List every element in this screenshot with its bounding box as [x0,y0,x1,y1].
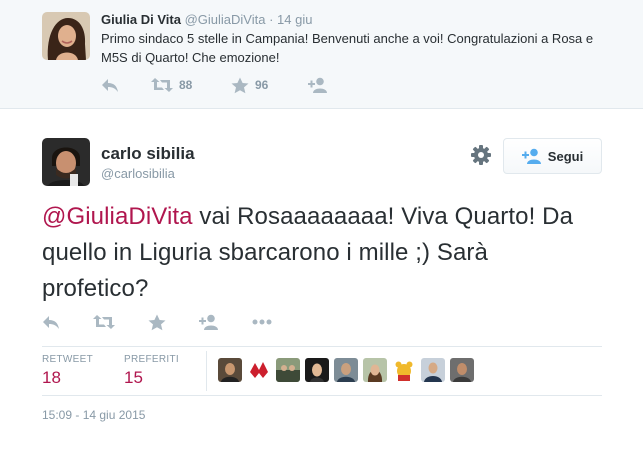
reply-icon [43,316,59,329]
follow-label: Segui [547,148,584,164]
author-name[interactable]: Giulia Di Vita [101,12,181,27]
retweet-icon [151,78,173,92]
star-icon [148,314,166,330]
favorites-stat[interactable]: PREFERITI 15 [124,354,179,388]
more-icon [252,319,272,325]
follow-icon [521,148,541,164]
more-button[interactable] [252,312,272,332]
favorite-button[interactable] [148,312,166,332]
retweet-icon [93,315,115,329]
user-avatar[interactable] [450,358,474,382]
parent-header: Giulia Di Vita @GiuliaDiVita · 14 giu [101,12,312,27]
author-handle[interactable]: @carlosibilia [101,166,175,181]
mention-link[interactable]: @GiuliaDiVita [42,203,193,230]
user-avatar[interactable] [276,358,300,382]
user-avatar[interactable] [305,358,329,382]
user-avatar[interactable] [334,358,358,382]
tweet-stats: RETWEET 18 PREFERITI 15 [42,346,602,396]
avatar-giulia[interactable] [42,12,90,60]
follow-icon [308,77,327,93]
favorite-button[interactable]: 96 [231,75,268,95]
gear-icon[interactable] [470,144,492,166]
follow-button-small[interactable] [308,75,328,95]
parent-tweet[interactable]: Giulia Di Vita @GiuliaDiVita · 14 giu Pr… [0,0,643,109]
favorites-stat-label: PREFERITI [124,354,179,365]
retweet-stat-count: 18 [42,368,61,387]
retweet-button[interactable] [93,312,115,332]
tweet-time[interactable]: · 14 giu [269,12,312,27]
star-icon [231,77,249,93]
retweet-button[interactable]: 88 [151,75,192,95]
favorites-stat-count: 15 [124,368,143,387]
author-name[interactable]: carlo sibilia [101,144,195,164]
retweet-stat-label: RETWEET [42,354,93,365]
stats-divider [206,351,207,391]
user-avatar[interactable] [421,358,445,382]
parent-tweet-text: Primo sindaco 5 stelle in Campania! Benv… [101,31,594,65]
user-avatar[interactable] [247,358,271,382]
author-handle[interactable]: @GiuliaDiVita [185,12,266,27]
reply-icon [102,79,118,92]
user-avatar[interactable] [363,358,387,382]
tweet-timestamp[interactable]: 15:09 - 14 giu 2015 [42,408,145,422]
reply-button[interactable] [42,312,60,332]
favorite-count: 96 [255,78,269,92]
follow-button-small[interactable] [199,312,219,332]
retweet-count: 88 [179,78,193,92]
follow-button[interactable]: Segui [503,138,602,174]
user-avatar[interactable] [392,358,416,382]
user-avatar[interactable] [218,358,242,382]
retweet-stat[interactable]: RETWEET 18 [42,354,93,388]
reply-button[interactable] [101,75,119,95]
follow-icon [199,314,218,330]
avatar-carlo[interactable] [42,138,90,186]
main-tweet-text: @GiuliaDiVita vai Rosaaaaaaaa! Viva Quar… [42,199,587,307]
